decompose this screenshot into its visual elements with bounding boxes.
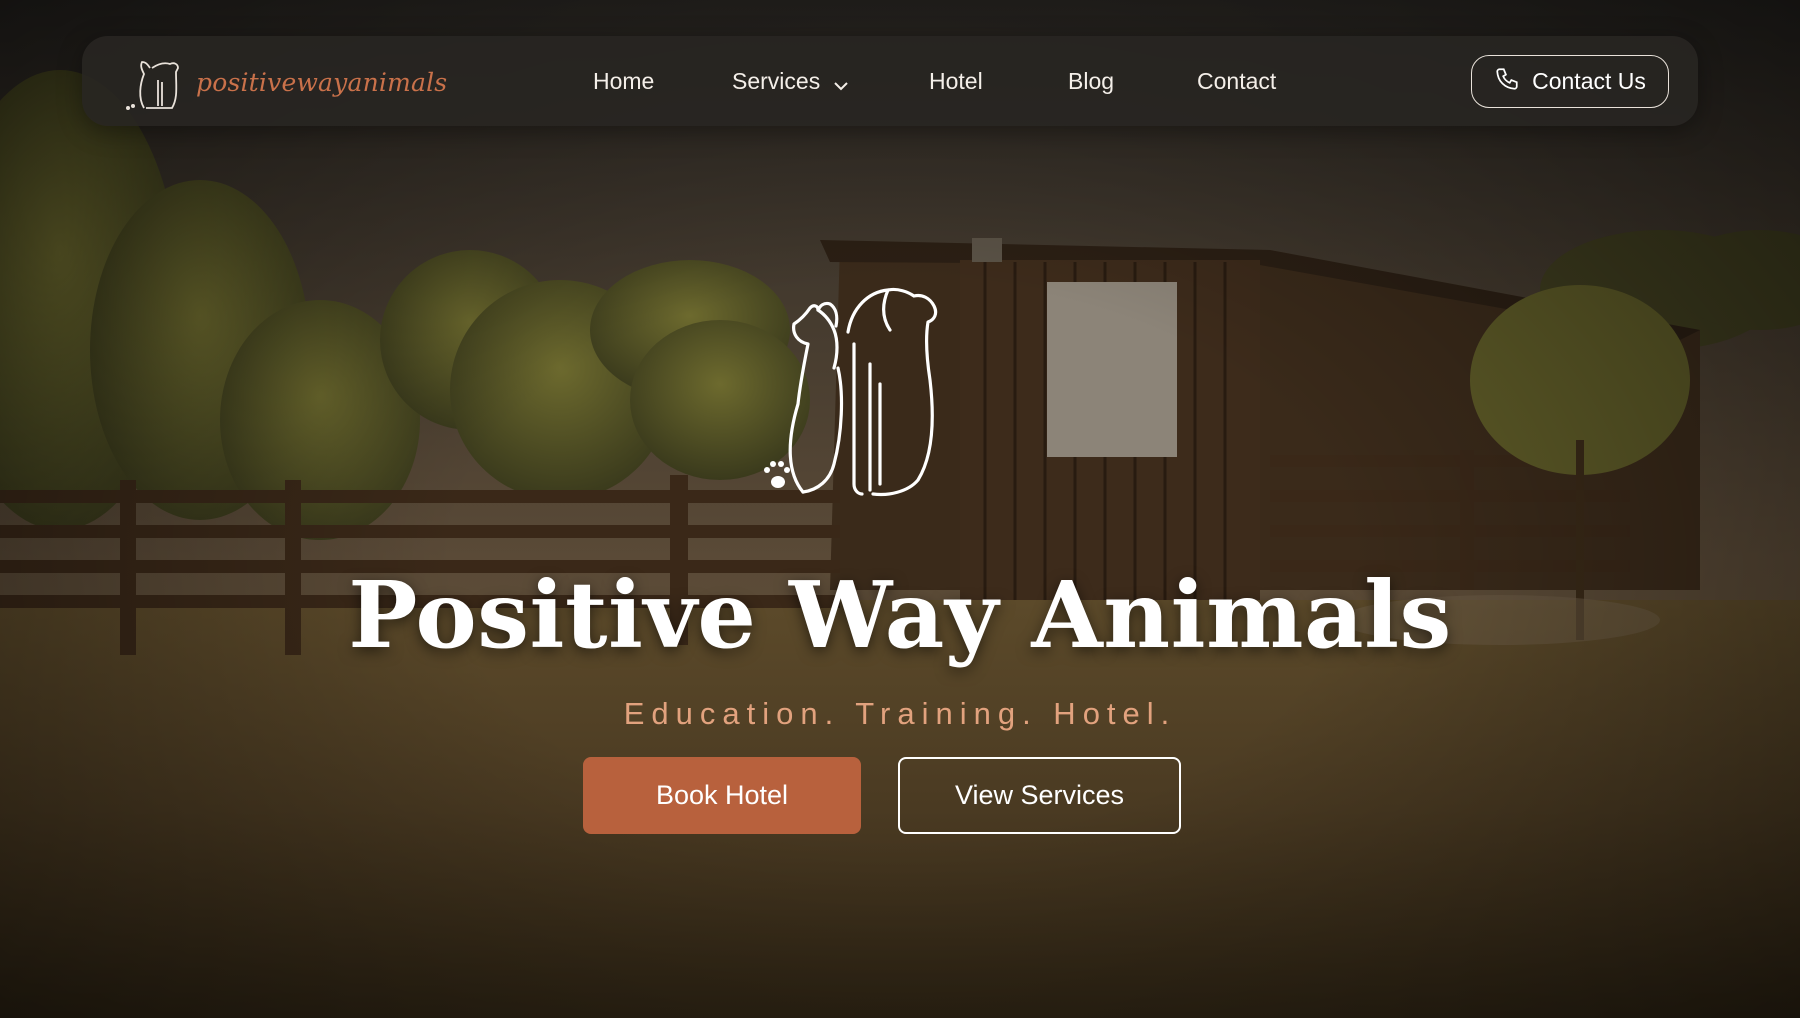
contact-us-button[interactable]: Contact Us — [1471, 55, 1669, 108]
dog-cat-outline-icon — [758, 287, 968, 504]
chevron-down-icon — [834, 38, 848, 128]
contact-us-label: Contact Us — [1532, 68, 1646, 94]
nav-item-contact[interactable]: Contact — [1197, 36, 1276, 126]
hero-background-photo — [0, 0, 1800, 1018]
hero-subtitle: Education. Training. Hotel. — [623, 696, 1177, 731]
phone-icon — [1494, 66, 1520, 98]
nav-item-services-label: Services — [732, 68, 821, 94]
main-nav: Home Services Hotel Blog Contact — [82, 36, 1698, 126]
hero-title: Positive Way Animals — [348, 561, 1452, 669]
hero-cta-group: Book Hotel View Services — [583, 757, 1183, 835]
nav-item-services[interactable]: Services — [732, 36, 848, 126]
top-navbar: positivewayanimals Home Services Hotel B… — [82, 36, 1698, 126]
nav-item-blog[interactable]: Blog — [1068, 36, 1114, 126]
nav-item-home[interactable]: Home — [593, 36, 654, 126]
hero-logo — [758, 284, 968, 500]
view-services-button[interactable]: View Services — [898, 757, 1181, 834]
farm-scene-illustration — [0, 0, 1800, 1018]
book-hotel-button[interactable]: Book Hotel — [583, 757, 861, 834]
nav-item-hotel[interactable]: Hotel — [929, 36, 983, 126]
